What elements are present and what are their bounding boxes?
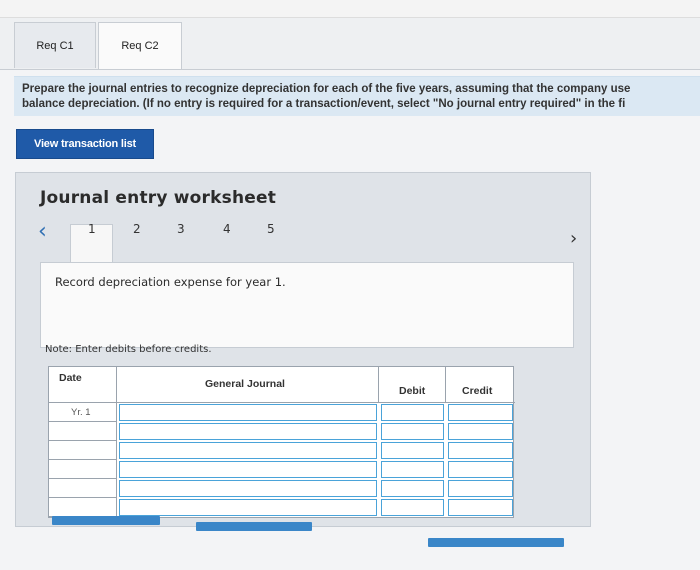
instructions-line-2: balance depreciation. (If no entry is re… [22, 98, 626, 110]
instructions-banner: Prepare the journal entries to recognize… [14, 76, 700, 116]
step-5[interactable]: 5 [267, 222, 275, 236]
debit-input[interactable] [381, 499, 444, 516]
date-value: Yr. 1 [71, 407, 91, 418]
date-cell: Yr. 1 [49, 403, 117, 422]
step-description: Record depreciation expense for year 1. [55, 275, 286, 289]
tab-req-c1[interactable]: Req C1 [14, 22, 96, 68]
date-cell [49, 479, 117, 498]
credit-input[interactable] [448, 499, 513, 516]
account-input[interactable] [119, 423, 377, 440]
date-cell [49, 441, 117, 460]
date-cell [49, 498, 117, 517]
debit-input[interactable] [381, 404, 444, 421]
worksheet-title: Journal entry worksheet [40, 188, 277, 208]
account-input[interactable] [119, 480, 377, 497]
journal-entry-table: Date General Journal Debit Credit Yr. 1 [48, 366, 515, 518]
requirement-tabs: Req C1 Req C2 [14, 22, 182, 70]
date-cell [49, 422, 117, 441]
credit-input[interactable] [448, 442, 513, 459]
account-input[interactable] [119, 499, 377, 516]
date-header: Date [49, 367, 117, 403]
instructions-line-1: Prepare the journal entries to recognize… [22, 83, 631, 95]
entry-note: Note: Enter debits before credits. [45, 344, 212, 355]
progress-bar-2 [196, 522, 312, 531]
credit-input[interactable] [448, 423, 513, 440]
worksheet-steps: 1 2 3 4 5 [70, 222, 575, 262]
debit-input[interactable] [381, 423, 444, 440]
account-input[interactable] [119, 461, 377, 478]
tab-req-c2[interactable]: Req C2 [98, 22, 182, 70]
step-1[interactable]: 1 [88, 222, 96, 236]
credit-input[interactable] [448, 461, 513, 478]
step-4[interactable]: 4 [223, 222, 231, 236]
credit-input[interactable] [448, 480, 513, 497]
account-input[interactable] [119, 442, 377, 459]
step-3[interactable]: 3 [177, 222, 185, 236]
debit-header: Debit [379, 367, 446, 403]
top-bar [0, 0, 700, 18]
general-journal-header: General Journal [117, 367, 379, 403]
credit-header: Credit [446, 367, 515, 403]
chevron-left-icon[interactable]: ‹ [38, 221, 47, 243]
progress-bar-3 [428, 538, 564, 547]
view-transaction-list-button[interactable]: View transaction list [16, 129, 154, 159]
account-input[interactable] [119, 404, 377, 421]
chevron-right-icon[interactable]: › [570, 230, 577, 248]
date-cell [49, 460, 117, 479]
debit-input[interactable] [381, 442, 444, 459]
step-2[interactable]: 2 [133, 222, 141, 236]
debit-input[interactable] [381, 480, 444, 497]
progress-bar-1 [52, 516, 160, 525]
credit-input[interactable] [448, 404, 513, 421]
debit-input[interactable] [381, 461, 444, 478]
